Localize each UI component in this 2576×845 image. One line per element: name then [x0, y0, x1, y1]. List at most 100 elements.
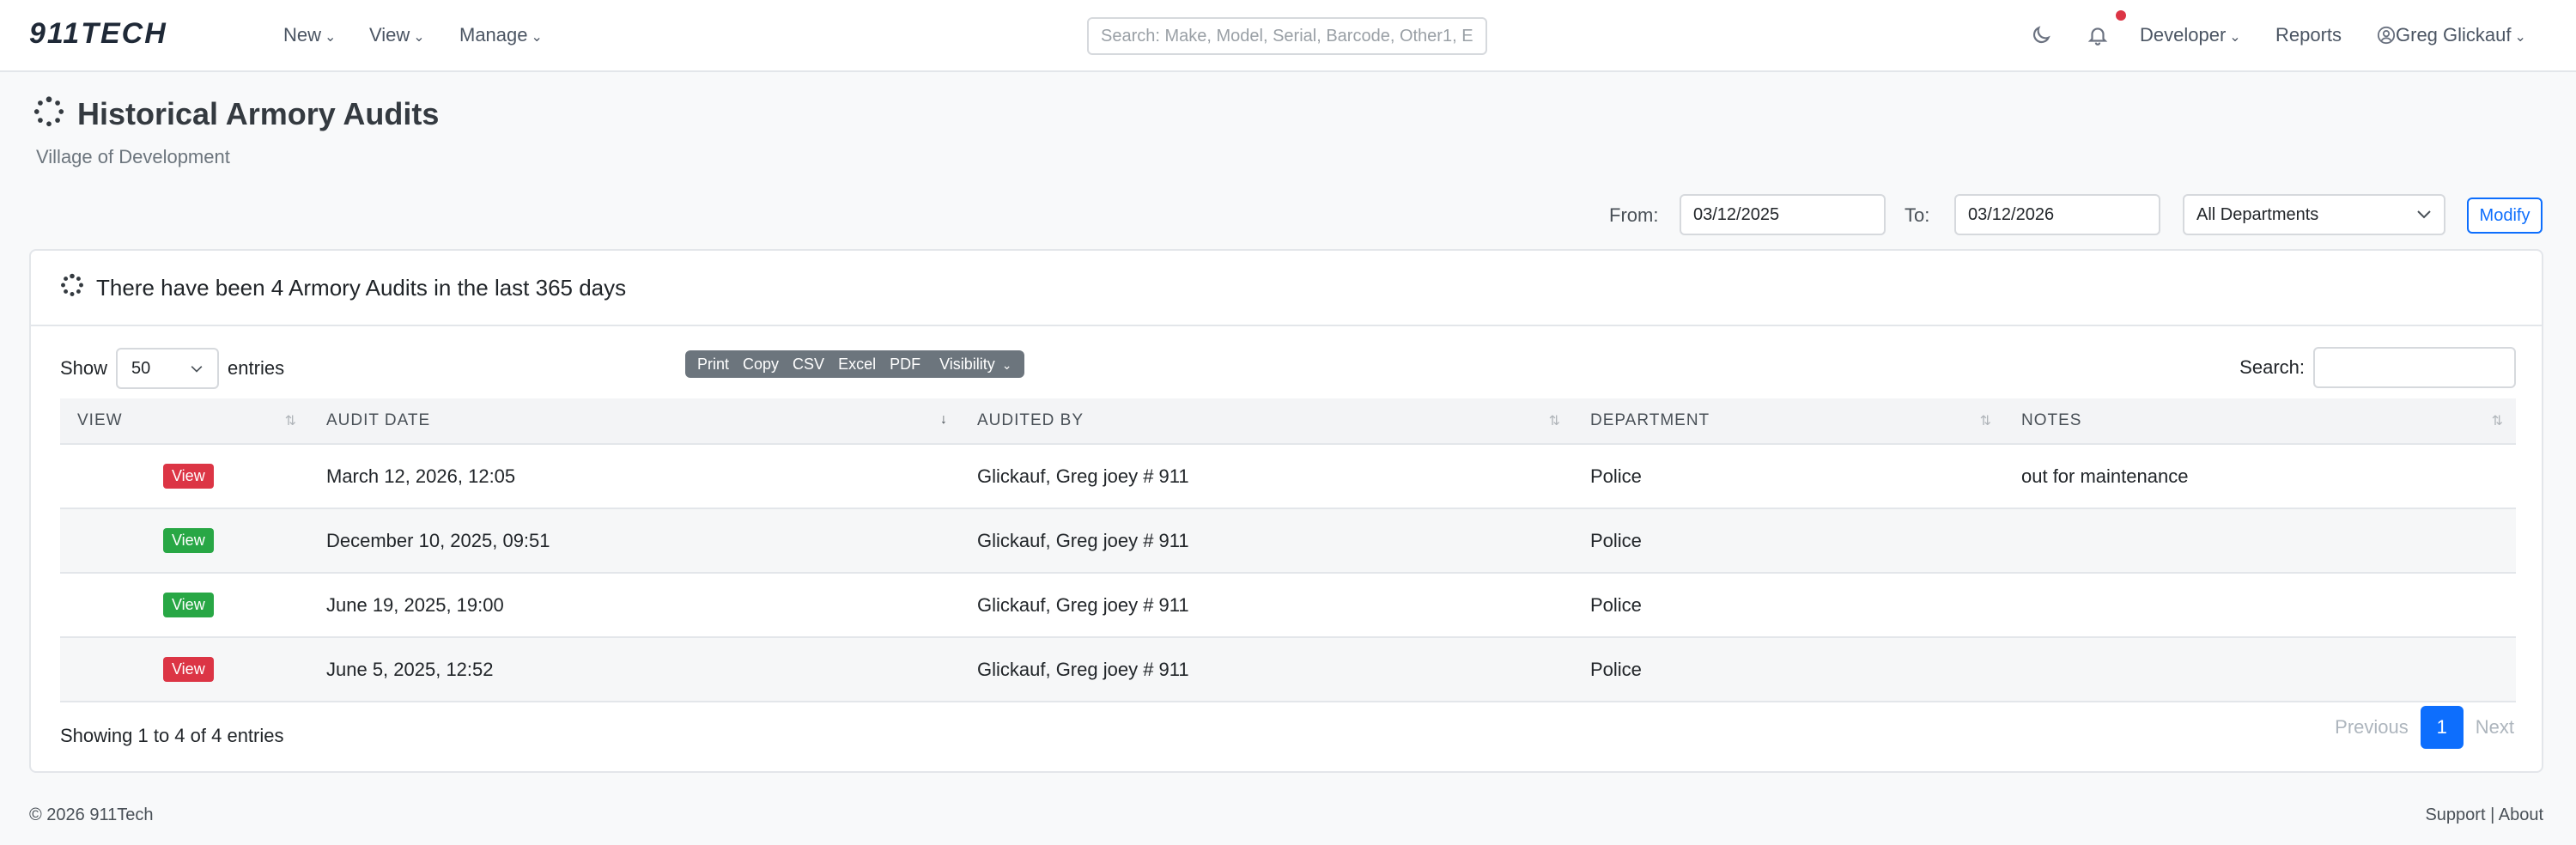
- table-row: View December 10, 2025, 09:51 Glickauf, …: [60, 508, 2516, 574]
- chevron-down-icon: ⌄: [2229, 30, 2241, 45]
- notes-cell: [2004, 573, 2516, 638]
- excel-button[interactable]: Excel: [833, 356, 881, 374]
- next-page-button[interactable]: Next: [2476, 716, 2514, 739]
- nav-reports[interactable]: Reports: [2275, 24, 2342, 46]
- sort-desc-icon: ↓: [940, 412, 948, 427]
- view-button[interactable]: View: [163, 593, 214, 617]
- view-cell: View: [60, 573, 309, 638]
- table-row: View June 5, 2025, 12:52 Glickauf, Greg …: [60, 637, 2516, 702]
- nav-developer-label: Developer: [2140, 24, 2227, 46]
- footer-links: Support | About: [2425, 805, 2543, 825]
- column-header-label: NOTES: [2021, 411, 2082, 429]
- user-circle-icon: [2377, 26, 2396, 50]
- audit-date-cell: March 12, 2026, 12:05: [309, 444, 960, 509]
- notes-cell: [2004, 637, 2516, 702]
- page-footer: © 2026 911Tech Support | About: [29, 805, 2543, 825]
- chevron-down-icon: ⌄: [413, 30, 425, 45]
- previous-page-button[interactable]: Previous: [2335, 716, 2409, 739]
- department-cell: Police: [1573, 444, 2004, 509]
- table-search-label: Search:: [2239, 356, 2305, 378]
- footer-separator: |: [2490, 805, 2495, 824]
- notes-cell: out for maintenance: [2004, 444, 2516, 509]
- from-label: From:: [1609, 204, 1659, 226]
- column-header-label: VIEW: [77, 411, 123, 429]
- chevron-down-icon: ⌄: [531, 30, 543, 45]
- table-search-input[interactable]: [2313, 347, 2516, 388]
- column-header-department[interactable]: DEPARTMENT ⇅: [1573, 398, 2004, 445]
- loading-dots-icon: [60, 273, 84, 302]
- column-header-label: AUDITED BY: [977, 411, 1084, 429]
- brand-logo[interactable]: 911TECH: [29, 17, 167, 51]
- to-date-input[interactable]: [1954, 194, 2160, 235]
- sort-icon: ⇅: [2491, 414, 2504, 429]
- audit-count-text: There have been 4 Armory Audits in the l…: [96, 274, 627, 301]
- print-button[interactable]: Print: [692, 356, 734, 374]
- nav-view-label: View: [369, 24, 410, 46]
- audit-date-cell: June 19, 2025, 19:00: [309, 573, 960, 638]
- chevron-down-icon: [2416, 205, 2432, 225]
- top-navbar: 911TECH New⌄ View⌄ Manage⌄ Developer⌄ Re…: [0, 0, 2576, 72]
- audits-table: VIEW ⇅ AUDIT DATE ↓ AUDITED BY ⇅ DEPARTMENT…: [60, 398, 2516, 702]
- sort-icon: ⇅: [1979, 414, 1992, 429]
- audits-card: There have been 4 Armory Audits in the l…: [29, 249, 2543, 773]
- entries-length-select[interactable]: 50: [116, 348, 220, 389]
- copyright-text: © 2026 911Tech: [29, 805, 154, 824]
- bell-icon[interactable]: [2083, 21, 2112, 50]
- to-label: To:: [1905, 204, 1930, 226]
- column-header-notes[interactable]: NOTES ⇅: [2004, 398, 2516, 445]
- from-date-input[interactable]: [1680, 194, 1886, 235]
- department-select[interactable]: All Departments: [2183, 194, 2445, 235]
- user-name: Greg Glickauf: [2396, 24, 2512, 46]
- export-button-group: Print Copy CSV Excel PDF Visibility ⌄: [685, 350, 1024, 378]
- column-header-label: AUDIT DATE: [326, 411, 431, 429]
- entries-label: entries: [228, 357, 285, 379]
- entries-length-value: 50: [131, 358, 151, 378]
- chevron-down-icon: ⌄: [325, 30, 337, 45]
- moon-icon[interactable]: [2026, 21, 2056, 50]
- page-title: Historical Armory Audits: [77, 96, 440, 131]
- audited-by-cell: Glickauf, Greg joey # 911: [960, 444, 1573, 509]
- page-subtitle: Village of Development: [36, 146, 230, 167]
- sort-icon: ⇅: [284, 414, 297, 429]
- department-cell: Police: [1573, 573, 2004, 638]
- show-label: Show: [60, 357, 108, 379]
- visibility-button[interactable]: Visibility ⌄: [929, 356, 1017, 374]
- view-cell: View: [60, 444, 309, 509]
- audited-by-cell: Glickauf, Greg joey # 911: [960, 637, 1573, 702]
- audit-date-cell: June 5, 2025, 12:52: [309, 637, 960, 702]
- csv-button[interactable]: CSV: [787, 356, 829, 374]
- about-link[interactable]: About: [2499, 805, 2543, 824]
- nav-manage[interactable]: Manage ⌄: [459, 24, 543, 46]
- column-header-audited-by[interactable]: AUDITED BY ⇅: [960, 398, 1573, 445]
- table-info: Showing 1 to 4 of 4 entries: [60, 725, 284, 746]
- table-row: View March 12, 2026, 12:05 Glickauf, Gre…: [60, 444, 2516, 509]
- view-button[interactable]: View: [163, 657, 214, 682]
- support-link[interactable]: Support: [2425, 805, 2485, 824]
- modify-button[interactable]: Modify: [2467, 198, 2543, 234]
- global-search-input[interactable]: [1087, 17, 1487, 55]
- table-row: View June 19, 2025, 19:00 Glickauf, Greg…: [60, 573, 2516, 638]
- card-header: There have been 4 Armory Audits in the l…: [31, 251, 2542, 326]
- nav-user-menu[interactable]: Greg Glickauf ⌄: [2377, 24, 2526, 50]
- department-cell: Police: [1573, 637, 2004, 702]
- column-header-view[interactable]: VIEW ⇅: [60, 398, 309, 445]
- column-header-label: DEPARTMENT: [1590, 411, 1710, 429]
- column-header-audit-date[interactable]: AUDIT DATE ↓: [309, 398, 960, 445]
- chevron-down-icon: ⌄: [1001, 357, 1012, 372]
- department-cell: Police: [1573, 508, 2004, 574]
- notes-cell: [2004, 508, 2516, 574]
- chevron-down-icon: [190, 359, 204, 379]
- table-header-row: VIEW ⇅ AUDIT DATE ↓ AUDITED BY ⇅ DEPARTMENT…: [60, 398, 2516, 445]
- view-button[interactable]: View: [163, 528, 214, 553]
- pdf-button[interactable]: PDF: [884, 356, 926, 374]
- view-cell: View: [60, 637, 309, 702]
- chevron-down-icon: ⌄: [2514, 30, 2526, 45]
- audited-by-cell: Glickauf, Greg joey # 911: [960, 508, 1573, 574]
- nav-view[interactable]: View ⌄: [369, 24, 425, 46]
- view-button[interactable]: View: [163, 464, 214, 489]
- nav-new-label: New: [283, 24, 322, 46]
- nav-new[interactable]: New ⌄: [283, 24, 336, 46]
- copy-button[interactable]: Copy: [738, 356, 784, 374]
- page-1-button[interactable]: 1: [2420, 706, 2464, 749]
- nav-developer[interactable]: Developer ⌄: [2140, 24, 2241, 46]
